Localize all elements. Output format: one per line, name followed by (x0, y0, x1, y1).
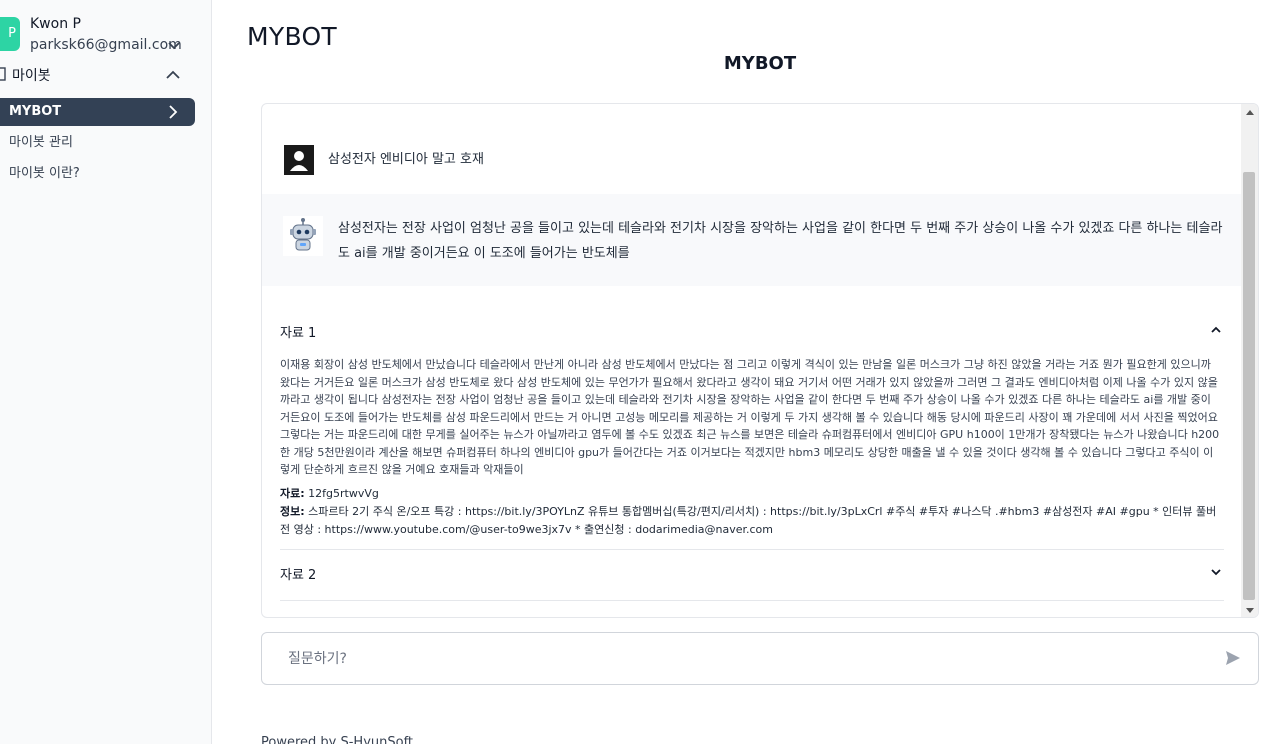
chevron-right-icon (169, 105, 178, 119)
bot-title: MYBOT (723, 53, 797, 74)
sidebar-item-mybot-about[interactable]: 마이봇 이란? (0, 160, 195, 188)
send-icon (1226, 650, 1240, 665)
sidebar: P Kwon P parksk66@gmail.com 마이봇 MYBOT 마이… (0, 0, 212, 744)
sidebar-item-label: 마이봇 관리 (9, 135, 73, 150)
user-message: 삼성전자 엔비디아 말고 호재 (262, 124, 1242, 194)
sidebar-item-mybot[interactable]: MYBOT (0, 98, 195, 126)
source-info-row: 정보: 스파르타 2기 주식 온/오프 특강 : https://bit.ly/… (280, 503, 1220, 538)
page-title: MYBOT (247, 22, 338, 51)
footer-text: Powered by S-HyunSoft (261, 735, 414, 744)
chat-panel: 삼성전자 엔비디아 말고 호재 삼성전자는 전장 사업이 엄청난 공을 들이고 … (261, 103, 1259, 618)
sidebar-item-label: 마이봇 이란? (9, 166, 80, 181)
user-email: parksk66@gmail.com (30, 37, 182, 53)
source-info-label: 정보: (280, 505, 305, 518)
chevron-down-icon[interactable] (167, 39, 181, 53)
chat-scrollbar[interactable] (1241, 104, 1258, 617)
divider (280, 600, 1224, 601)
source-id-row: 자료: 12fg5rtwvVg (280, 485, 1220, 503)
scroll-up-arrow-icon[interactable] (1246, 110, 1254, 115)
source-accordion-header[interactable]: 자료 2 (280, 550, 1224, 594)
app-root: P Kwon P parksk66@gmail.com 마이봇 MYBOT 마이… (0, 0, 1268, 744)
question-input-box (261, 632, 1259, 685)
question-input[interactable] (288, 647, 1208, 671)
scroll-thumb[interactable] (1243, 172, 1255, 600)
source-id-value: 12fg5rtwvVg (308, 487, 379, 500)
source-title: 자료 2 (280, 568, 317, 583)
chat-scroll-area[interactable]: 삼성전자 엔비디아 말고 호재 삼성전자는 전장 사업이 엄청난 공을 들이고 … (262, 104, 1242, 617)
bot-message: 삼성전자는 전장 사업이 엄청난 공을 들이고 있는데 테슬라와 전기차 시장을… (262, 194, 1242, 286)
bot-message-text: 삼성전자는 전장 사업이 엄청난 공을 들이고 있는데 테슬라와 전기차 시장을… (338, 221, 1223, 261)
source-title: 자료 1 (280, 326, 317, 341)
sidebar-item-mybot-manage[interactable]: 마이봇 관리 (0, 129, 195, 157)
sidebar-item-label: MYBOT (9, 104, 62, 119)
source-id-label: 자료: (280, 487, 305, 500)
robot-icon (283, 216, 323, 256)
send-button[interactable] (1222, 648, 1244, 670)
source-info-value: 스파르타 2기 주식 온/오프 특강 : https://bit.ly/3POY… (280, 505, 1217, 536)
source-accordion-2: 자료 2 (280, 550, 1224, 602)
user-name: Kwon P (30, 16, 81, 32)
scroll-down-arrow-icon[interactable] (1246, 608, 1254, 613)
avatar: P (0, 17, 20, 51)
source-accordion-header[interactable]: 자료 1 (280, 308, 1224, 352)
source-content: 이재용 회장이 삼성 반도체에서 만났습니다 테슬라에서 만난게 아니라 삼성 … (280, 358, 1220, 476)
chevron-down-icon (1211, 569, 1221, 576)
chevron-up-icon (1211, 326, 1221, 333)
user-profile[interactable]: P Kwon P parksk66@gmail.com (0, 12, 212, 58)
user-message-text: 삼성전자 엔비디아 말고 호재 (328, 152, 484, 167)
user-icon (284, 145, 314, 175)
